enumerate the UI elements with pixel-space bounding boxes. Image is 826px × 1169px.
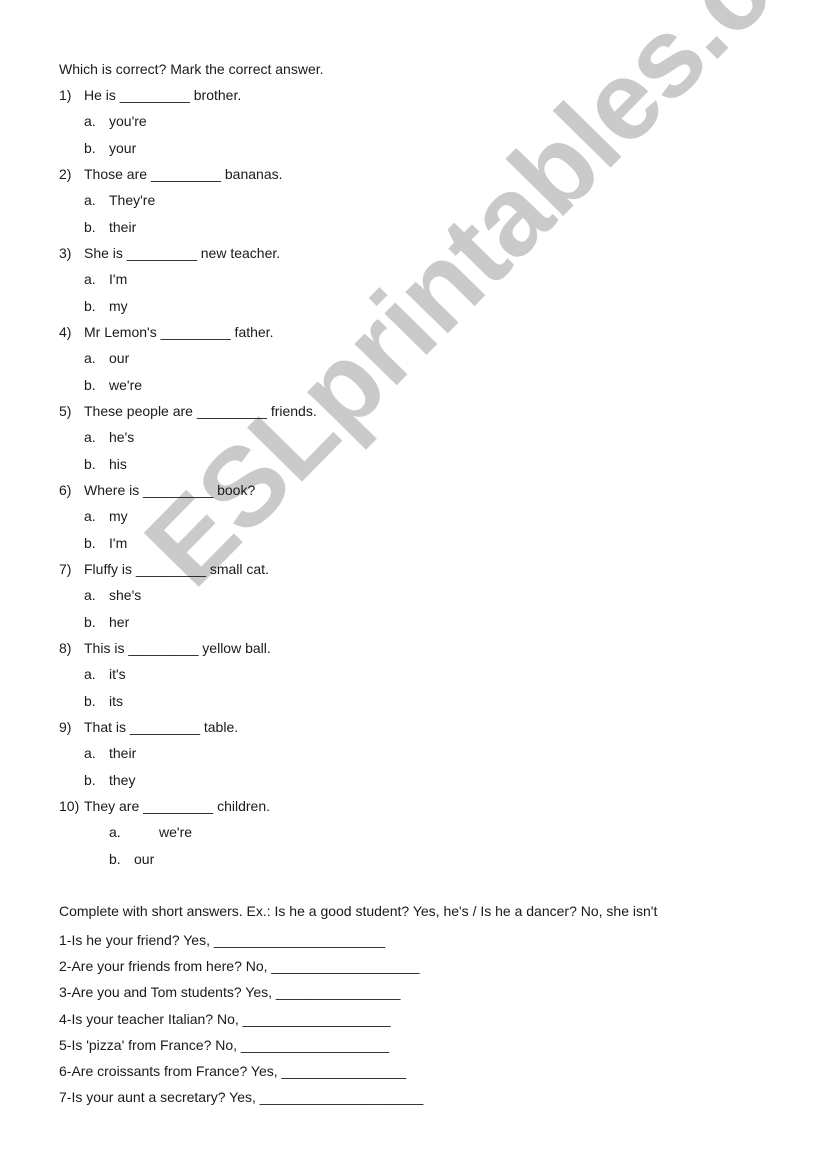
section1-instruction: Which is correct? Mark the correct answe…	[59, 61, 324, 77]
question-text: She is _________ new teacher.	[84, 245, 281, 261]
option-letter[interactable]: a.	[84, 508, 96, 524]
option-letter[interactable]: b.	[84, 456, 96, 472]
short-answer-item[interactable]: 1-Is he your friend? Yes, ______________…	[59, 932, 385, 948]
option-letter[interactable]: a.	[84, 666, 96, 682]
option-letter[interactable]: a.	[109, 824, 121, 840]
option-text[interactable]: I'm	[109, 535, 127, 551]
option-text[interactable]: our	[134, 851, 154, 867]
question-text: Fluffy is _________ small cat.	[84, 561, 269, 577]
option-letter[interactable]: a.	[84, 745, 96, 761]
option-letter[interactable]: b.	[84, 219, 96, 235]
question-text: This is _________ yellow ball.	[84, 640, 271, 656]
question-text: Those are _________ bananas.	[84, 166, 283, 182]
option-text[interactable]: my	[109, 508, 128, 524]
option-letter[interactable]: b.	[84, 614, 96, 630]
option-text[interactable]: its	[109, 693, 123, 709]
worksheet-content: Which is correct? Mark the correct answe…	[0, 0, 826, 1169]
option-letter[interactable]: a.	[84, 350, 96, 366]
option-text[interactable]: we're	[109, 377, 142, 393]
option-text[interactable]: They're	[109, 192, 155, 208]
option-letter[interactable]: b.	[84, 377, 96, 393]
option-letter[interactable]: b.	[109, 851, 121, 867]
option-text[interactable]: it's	[109, 666, 126, 682]
option-text[interactable]: my	[109, 298, 128, 314]
option-letter[interactable]: b.	[84, 298, 96, 314]
question-number: 3)	[59, 245, 72, 261]
option-letter[interactable]: b.	[84, 140, 96, 156]
option-text[interactable]: their	[109, 745, 136, 761]
option-text[interactable]: our	[109, 350, 129, 366]
question-number: 6)	[59, 482, 72, 498]
question-text: That is _________ table.	[84, 719, 239, 735]
question-text: He is _________ brother.	[84, 87, 242, 103]
option-letter[interactable]: b.	[84, 693, 96, 709]
option-text[interactable]: his	[109, 456, 127, 472]
short-answer-item[interactable]: 7-Is your aunt a secretary? Yes, _______…	[59, 1089, 423, 1105]
option-text[interactable]: she's	[109, 587, 141, 603]
question-number: 8)	[59, 640, 72, 656]
option-text[interactable]: their	[109, 219, 136, 235]
question-number: 1)	[59, 87, 72, 103]
option-letter[interactable]: a.	[84, 429, 96, 445]
question-number: 7)	[59, 561, 72, 577]
question-text: Mr Lemon's _________ father.	[84, 324, 274, 340]
question-number: 2)	[59, 166, 72, 182]
option-letter[interactable]: a.	[84, 271, 96, 287]
option-text[interactable]: we're	[159, 824, 192, 840]
option-letter[interactable]: b.	[84, 535, 96, 551]
option-text[interactable]: they	[109, 772, 135, 788]
question-number: 10)	[59, 798, 80, 814]
option-letter[interactable]: a.	[84, 587, 96, 603]
option-letter[interactable]: a.	[84, 192, 96, 208]
section2-instruction: Complete with short answers. Ex.: Is he …	[59, 903, 658, 919]
question-text: They are _________ children.	[84, 798, 271, 814]
question-text: Where is _________ book?	[84, 482, 256, 498]
option-letter[interactable]: a.	[84, 113, 96, 129]
option-text[interactable]: her	[109, 614, 129, 630]
short-answer-item[interactable]: 4-Is your teacher Italian? No, _________…	[59, 1011, 391, 1027]
option-text[interactable]: I'm	[109, 271, 127, 287]
short-answer-item[interactable]: 3-Are you and Tom students? Yes, _______…	[59, 984, 400, 1000]
worksheet-page: ESLprintables.com Which is correct? Mark…	[0, 0, 826, 1169]
question-number: 4)	[59, 324, 72, 340]
short-answer-item[interactable]: 5-Is 'pizza' from France? No, __________…	[59, 1037, 389, 1053]
option-text[interactable]: your	[109, 140, 136, 156]
option-text[interactable]: he's	[109, 429, 134, 445]
question-number: 5)	[59, 403, 72, 419]
short-answer-item[interactable]: 6-Are croissants from France? Yes, _____…	[59, 1063, 406, 1079]
option-letter[interactable]: b.	[84, 772, 96, 788]
question-text: These people are _________ friends.	[84, 403, 317, 419]
option-text[interactable]: you're	[109, 113, 147, 129]
question-number: 9)	[59, 719, 72, 735]
short-answer-item[interactable]: 2-Are your friends from here? No, ______…	[59, 958, 419, 974]
